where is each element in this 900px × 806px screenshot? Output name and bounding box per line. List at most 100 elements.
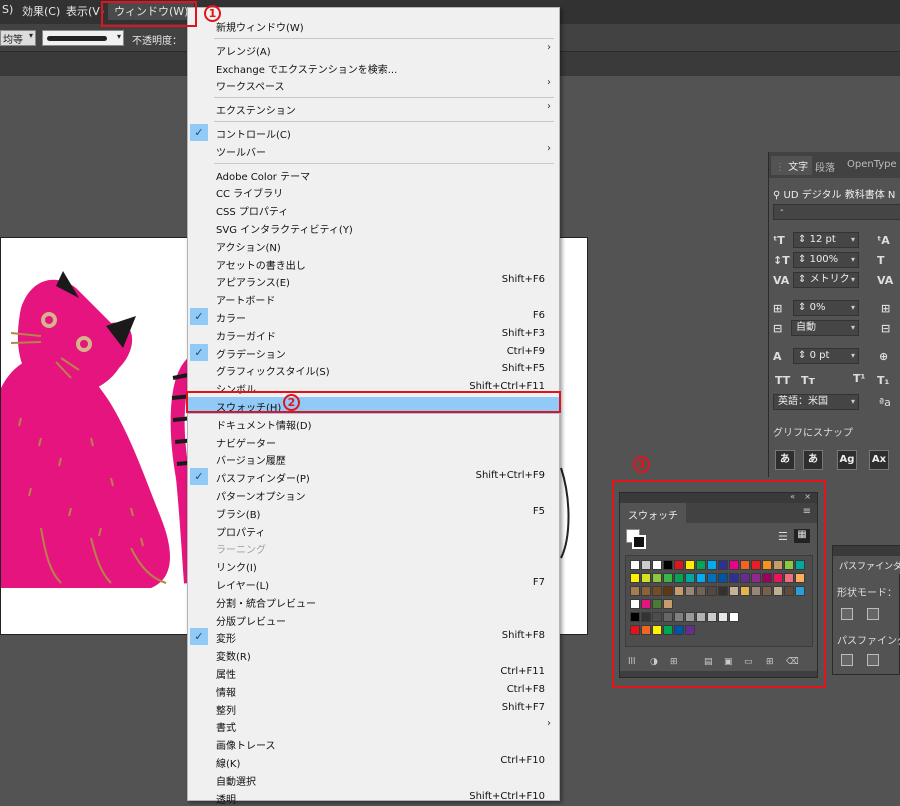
swatch-cell[interactable] xyxy=(751,560,761,570)
kerning-field[interactable]: ⇕ メトリク ▾ xyxy=(793,272,859,288)
swatch-cell[interactable] xyxy=(773,573,783,583)
menu-item[interactable]: 透明 Shift+Ctrl+F10 xyxy=(188,789,561,806)
menu-item[interactable]: SVG インタラクティビティ(Y) xyxy=(188,219,561,236)
menu-item-select[interactable]: S) xyxy=(2,3,13,16)
tab-swatches[interactable]: スウォッチ xyxy=(620,503,686,523)
menu-item[interactable]: ドキュメント情報(D) xyxy=(188,415,561,432)
swatch-cell[interactable] xyxy=(674,625,684,635)
font-family-field[interactable]: ⚲ UD デジタル 教科書体 N xyxy=(773,186,895,201)
swatch-cell[interactable] xyxy=(652,612,662,622)
snap-to-angular-guides-button[interactable]: Ax xyxy=(869,450,889,470)
swatch-cell[interactable] xyxy=(641,586,651,596)
swatch-cell[interactable] xyxy=(751,586,761,596)
menu-item[interactable]: 画像トレース xyxy=(188,735,561,752)
menu-item[interactable]: エクステンション › xyxy=(188,100,561,117)
language-select[interactable]: 英語：米国 ▾ xyxy=(773,394,859,410)
swatch-cell[interactable] xyxy=(795,586,805,596)
menu-item[interactable]: ブラシ(B) F5 xyxy=(188,504,561,521)
swatch-cell[interactable] xyxy=(630,586,640,596)
menu-item[interactable]: ツールバー › xyxy=(188,142,561,159)
swatch-cell[interactable] xyxy=(652,586,662,596)
swatch-cell[interactable] xyxy=(663,560,673,570)
tab-pathfinder[interactable]: パスファインダー xyxy=(833,556,900,574)
menu-item[interactable]: リンク(I) xyxy=(188,557,561,574)
pathfinder-titlebar[interactable] xyxy=(833,546,900,556)
vertical-scale-field[interactable]: ⇕ 100% ▾ xyxy=(793,252,859,268)
swatch-cell[interactable] xyxy=(718,573,728,583)
swatch-cell[interactable] xyxy=(685,625,695,635)
swatch-cell[interactable] xyxy=(641,625,651,635)
swatch-cell[interactable] xyxy=(762,586,772,596)
swatch-cell[interactable] xyxy=(784,560,794,570)
swatch-cell[interactable] xyxy=(641,573,651,583)
menu-item[interactable]: 変数(R) xyxy=(188,646,561,663)
panel-menu-icon[interactable]: ≡ xyxy=(803,506,811,517)
menu-item[interactable]: 情報 Ctrl+F8 xyxy=(188,682,561,699)
swatch-cell[interactable] xyxy=(784,573,794,583)
menu-item[interactable]: グラフィックスタイル(S) Shift+F5 xyxy=(188,361,561,378)
font-size-field[interactable]: ⇕ 12 pt ▾ xyxy=(793,232,859,248)
swatch-cell[interactable] xyxy=(707,612,717,622)
menu-item[interactable]: プロパティ xyxy=(188,522,561,539)
swatch-cell[interactable] xyxy=(641,612,651,622)
new-color-group-icon[interactable]: ▤ xyxy=(704,657,713,667)
menu-item[interactable]: 分割・統合プレビュー xyxy=(188,593,561,610)
swatch-cell[interactable] xyxy=(729,612,739,622)
menu-item[interactable]: ✓ 変形 Shift+F8 xyxy=(188,628,561,646)
snap-to-xheight-button[interactable]: あ xyxy=(803,450,823,470)
snap-to-baseline-button[interactable]: あ xyxy=(775,450,795,470)
menu-item[interactable]: 新規ウィンドウ(W) xyxy=(188,17,561,34)
menu-item[interactable]: パターンオプション xyxy=(188,486,561,503)
swatch-cell[interactable] xyxy=(663,586,673,596)
close-icon[interactable]: × xyxy=(804,492,811,501)
swatch-cell[interactable] xyxy=(685,586,695,596)
swatch-cell[interactable] xyxy=(630,599,640,609)
swatch-cell[interactable] xyxy=(718,586,728,596)
menu-item[interactable]: 属性 Ctrl+F11 xyxy=(188,664,561,681)
thumbnail-view-icon[interactable]: ▦ xyxy=(794,529,810,543)
swatch-cell[interactable] xyxy=(663,573,673,583)
font-style-field[interactable]: - xyxy=(773,204,900,220)
menu-item-effect[interactable]: 効果(C) xyxy=(22,3,60,19)
snap-to-glyph-bounds-button[interactable]: Ag xyxy=(837,450,857,470)
swatch-cell[interactable] xyxy=(784,586,794,596)
swatch-cell[interactable] xyxy=(652,560,662,570)
menu-item[interactable]: ワークスペース › xyxy=(188,76,561,93)
swatch-cell[interactable] xyxy=(762,560,772,570)
swatch-cell[interactable] xyxy=(652,599,662,609)
unite-icon[interactable] xyxy=(841,608,853,620)
menu-item[interactable]: ✓ グラデーション Ctrl+F9 xyxy=(188,343,561,361)
menu-item[interactable]: 自動選択 xyxy=(188,771,561,788)
tsume-field[interactable]: ⇕ 0% ▾ xyxy=(793,300,859,316)
swatch-cell[interactable] xyxy=(740,573,750,583)
collapse-icon[interactable]: « xyxy=(790,492,795,501)
show-kinds-icon[interactable]: ◑ xyxy=(650,657,658,667)
library-icon[interactable]: lll xyxy=(628,657,636,667)
swatch-cell[interactable] xyxy=(685,612,695,622)
divide-icon[interactable] xyxy=(841,654,853,666)
swatch-cell[interactable] xyxy=(696,612,706,622)
options-icon[interactable]: ⊞ xyxy=(670,657,678,667)
menu-item[interactable]: ✓ コントロール(C) xyxy=(188,124,561,141)
swatch-cell[interactable] xyxy=(630,573,640,583)
superscript-icon[interactable]: T¹ xyxy=(853,372,865,385)
menu-item[interactable]: カラーガイド Shift+F3 xyxy=(188,326,561,343)
menu-item[interactable]: Exchange でエクステンションを検索... xyxy=(188,59,561,76)
swatch-cell[interactable] xyxy=(641,599,651,609)
menu-item[interactable]: アセットの書き出し xyxy=(188,255,561,272)
swatch-cell[interactable] xyxy=(696,586,706,596)
tab-paragraph[interactable]: 段落 xyxy=(815,159,835,174)
swatch-cell[interactable] xyxy=(729,560,739,570)
menu-item[interactable]: ✓ パスファインダー(P) Shift+Ctrl+F9 xyxy=(188,468,561,486)
swatch-cell[interactable] xyxy=(707,560,717,570)
swatch-cell[interactable] xyxy=(652,573,662,583)
swatch-cell[interactable] xyxy=(729,573,739,583)
swatch-cell[interactable] xyxy=(762,573,772,583)
brush-definition-select[interactable]: ▾ xyxy=(42,30,124,46)
menu-item[interactable]: アクション(N) xyxy=(188,237,561,254)
menu-item[interactable]: 整列 Shift+F7 xyxy=(188,700,561,717)
folder-icon[interactable]: ▭ xyxy=(744,657,753,667)
mojikumi-field[interactable]: 自動 ▾ xyxy=(791,320,859,336)
anti-alias-icon[interactable]: ªa xyxy=(879,396,891,409)
stroke-profile-select[interactable]: 均等 ▾ xyxy=(0,30,36,46)
